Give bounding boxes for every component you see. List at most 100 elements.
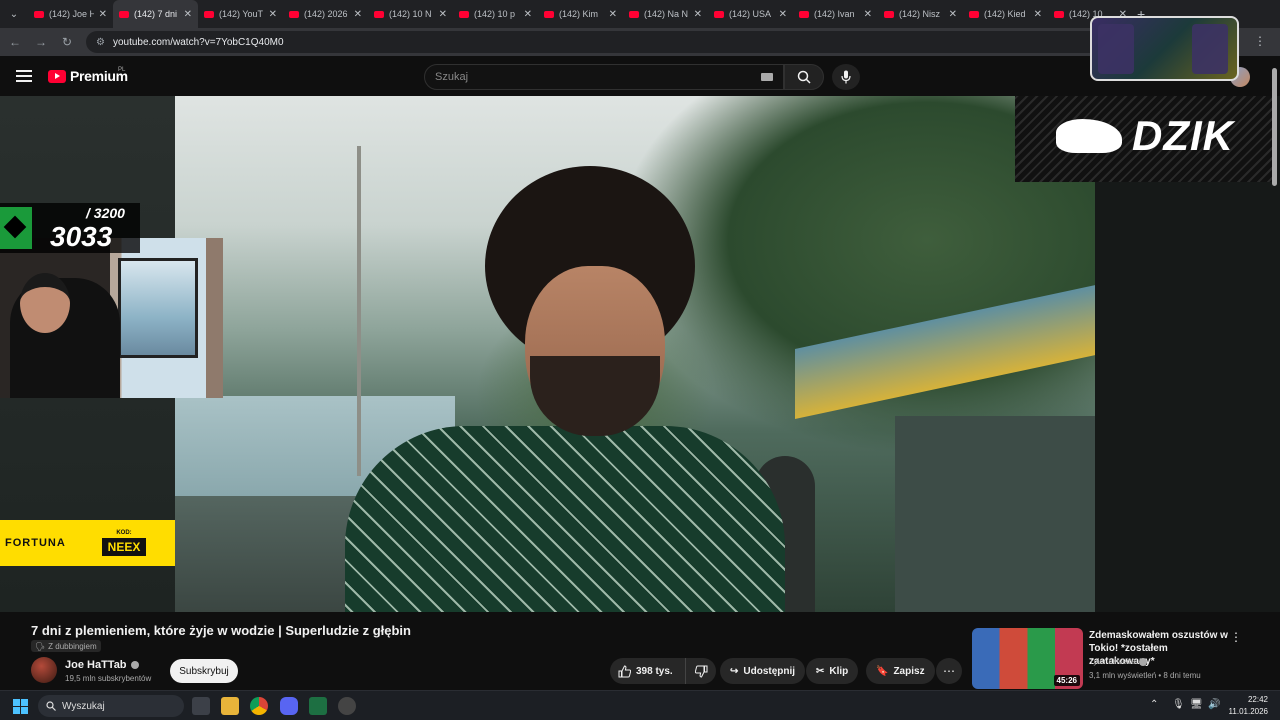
like-button[interactable]: 398 tys. [610,658,686,684]
chrome-icon[interactable] [250,697,268,715]
close-tab-icon[interactable]: ✕ [99,9,107,20]
close-tab-icon[interactable]: ✕ [694,9,702,20]
search-input[interactable] [435,71,755,83]
youtube-favicon-icon [34,10,44,18]
reload-icon[interactable]: ↻ [60,35,74,49]
save-button[interactable]: 🔖 Zapisz [866,658,935,684]
obs-icon[interactable] [338,697,356,715]
clip-label: Klip [829,665,849,677]
promo-code-label: KOD: [116,530,132,536]
taskbar-search[interactable]: Wyszukaj [38,695,184,717]
search-button[interactable] [784,64,824,90]
browser-tab[interactable]: (142) Kied ✕ [963,0,1048,28]
pip-card [1098,24,1134,74]
hamburger-menu-icon[interactable] [16,70,32,82]
screen: ⌄ (142) Joe H ✕ (142) 7 dni ✕ (142) YouT ✕ (14… [0,0,1280,720]
tab-title: (142) 10 N [389,9,432,19]
recommendation-menu-icon[interactable]: ⋮ [1230,630,1242,644]
share-button[interactable]: ↪ Udostępnij [720,658,806,684]
browser-tab[interactable]: (142) USA ✕ [708,0,793,28]
browser-tab[interactable]: (142) Joe H ✕ [28,0,113,28]
browser-tab[interactable]: (142) 7 dni ✕ [113,0,198,28]
recommended-channel-row[interactable]: Tyler Oliveira [1089,657,1147,666]
clip-button[interactable]: ✂ Klip [806,658,859,684]
close-tab-icon[interactable]: ✕ [524,9,532,20]
search-box [424,64,784,90]
excel-icon[interactable] [309,697,327,715]
task-view-icon[interactable] [192,697,210,715]
close-tab-icon[interactable]: ✕ [949,9,957,20]
browser-tab[interactable]: (142) Nisz ✕ [878,0,963,28]
save-label: Zapisz [893,665,925,677]
video-frame [175,96,1095,612]
tab-title: (142) 2026 [304,9,348,19]
verified-icon [130,661,139,669]
channel-avatar[interactable] [31,657,57,683]
fortuna-name: FORTUNA [5,537,66,549]
close-tab-icon[interactable]: ✕ [779,9,787,20]
tab-title: (142) Kim [559,9,599,19]
dubbing-label: Z dubbingiem [48,641,97,651]
browser-tab[interactable]: (142) Kim ✕ [538,0,623,28]
browser-tab[interactable]: (142) Ivan ✕ [793,0,878,28]
youtube-play-logo-icon [48,69,66,83]
site-info-icon[interactable]: ⚙ [96,37,105,48]
microphone-tray-icon[interactable]: 🎙 [1172,699,1185,710]
youtube-logo[interactable]: Premium [48,68,128,84]
voice-search-button[interactable] [832,64,860,90]
page-scrollbar[interactable] [1268,56,1280,186]
thumbs-up-icon [618,664,631,677]
browser-tab[interactable]: (142) 2026 ✕ [283,0,368,28]
tab-title: (142) USA [729,9,772,19]
close-tab-icon[interactable]: ✕ [439,9,447,20]
address-bar[interactable]: ⚙ youtube.com/watch?v=7YobC1Q40M0 [86,31,1166,53]
dubbing-icon: 🗣 [35,641,46,651]
webcam-window [118,258,198,358]
close-tab-icon[interactable]: ✕ [609,9,617,20]
like-dislike-group: 398 tys. [610,658,716,684]
video-title: 7 dni z plemieniem, które żyje w wodzie … [31,623,411,638]
forward-arrow-icon[interactable]: → [34,35,48,49]
subscribe-button[interactable]: Subskrybuj [170,659,238,683]
close-tab-icon[interactable]: ✕ [184,9,192,20]
volume-icon[interactable]: 🔊 [1208,699,1220,710]
browser-tab[interactable]: (142) 10 N ✕ [368,0,453,28]
dislike-button[interactable] [686,665,716,678]
video-player[interactable]: / 3200 3033 FORTUNA KOD: NEEX DZIK [0,96,1280,612]
network-icon[interactable]: 🖥 [1190,699,1203,710]
back-arrow-icon[interactable]: ← [8,35,22,49]
goal-counter: / 3200 3033 [0,203,140,253]
file-explorer-icon[interactable] [221,697,239,715]
picture-in-picture-overlay[interactable] [1090,16,1239,81]
youtube-favicon-icon [459,10,469,18]
tray-chevron-icon[interactable]: ⌃ [1150,699,1158,710]
discord-icon[interactable] [280,697,298,715]
windows-start-icon[interactable] [13,699,28,714]
close-tab-icon[interactable]: ✕ [269,9,277,20]
counter-value: 3033 [50,221,113,252]
browser-tab[interactable]: (142) YouT ✕ [198,0,283,28]
keyboard-icon[interactable] [761,73,773,81]
browser-tab[interactable]: (142) Na N ✕ [623,0,708,28]
scrollbar-thumb[interactable] [1272,68,1277,186]
tab-search-chevron-icon[interactable]: ⌄ [4,4,24,24]
youtube-favicon-icon [204,10,214,18]
region-code: PL [118,67,126,73]
recommended-video-meta: 3,1 mln wyświetleń • 8 dni temu [1089,671,1201,680]
system-clock[interactable]: 22:42 11.01.2026 [1222,694,1268,718]
share-label: Udostępnij [743,665,796,677]
close-tab-icon[interactable]: ✕ [1034,9,1042,20]
channel-name-row[interactable]: Joe HaTTab [65,659,139,671]
close-tab-icon[interactable]: ✕ [864,9,872,20]
promo-code-value: NEEX [101,538,147,556]
more-actions-button[interactable]: ⋯ [936,658,962,684]
tab-title: (142) Nisz [899,9,941,19]
browser-tab[interactable]: (142) 10 p ✕ [453,0,538,28]
browser-menu-icon[interactable]: ⋮ [1254,34,1266,48]
recommended-channel-name[interactable]: Tyler Oliveira [1089,657,1136,666]
close-tab-icon[interactable]: ✕ [354,9,362,20]
channel-name[interactable]: Joe HaTTab [65,659,127,671]
recommended-video-thumbnail[interactable]: 45:26 [972,628,1083,689]
fortuna-sponsor-banner: FORTUNA KOD: NEEX [0,520,175,566]
bookmark-icon: 🔖 [876,665,889,677]
